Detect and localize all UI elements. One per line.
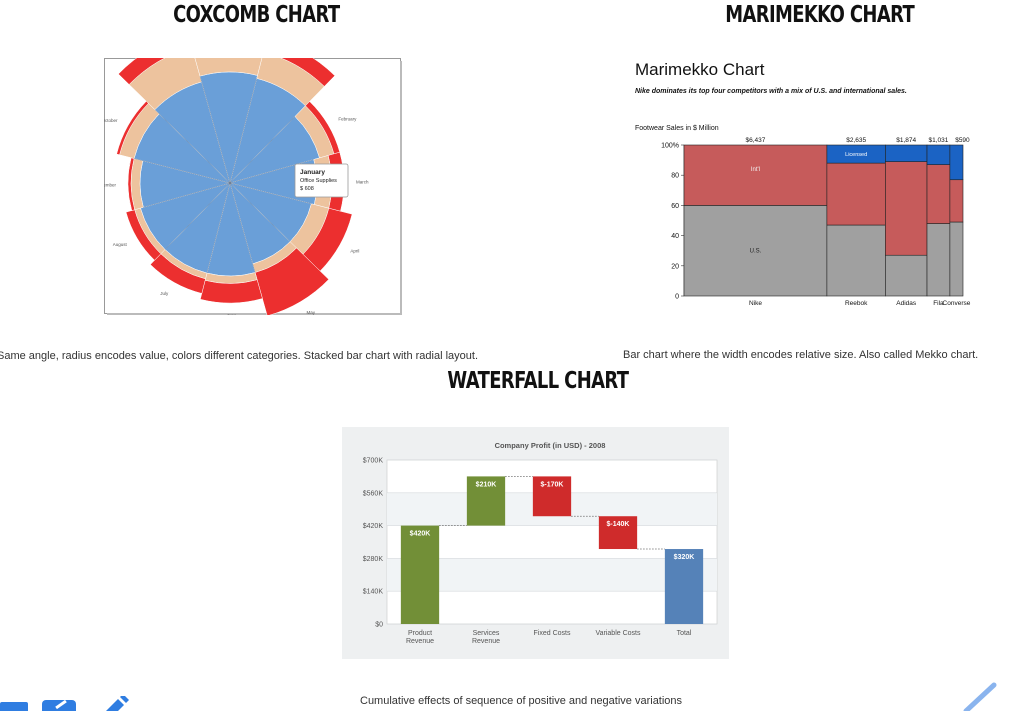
mekko-total-reebok: $2,635: [846, 137, 866, 144]
mekko-category-nike: Nike: [749, 300, 762, 307]
coxcomb-label-february: February: [338, 117, 357, 122]
mekko-segment-label-licensed: Licensed: [845, 152, 867, 158]
waterfall-value-product-revenue: $420K: [410, 531, 431, 538]
waterfall-category-label: Services: [473, 630, 500, 637]
waterfall-title: Company Profit (in USD) - 2008: [495, 441, 606, 450]
coxcomb-center: [228, 181, 232, 185]
waterfall-bar-product-revenue[interactable]: [400, 525, 440, 624]
waterfall-tick-label: $0: [375, 622, 383, 629]
coxcomb-label-april: April: [350, 249, 359, 254]
mekko-total-adidas: $1,874: [896, 137, 916, 144]
mekko-segment-adidas-intl[interactable]: [885, 161, 928, 256]
coxcomb-caption: Same angle, radius encodes value, colors…: [0, 350, 479, 362]
waterfall-chart: Company Profit (in USD) - 2008 $700K $560…: [342, 427, 729, 659]
mekko-category-reebok: Reebok: [845, 300, 868, 307]
mekko-segment-reebok-us[interactable]: [826, 224, 886, 297]
mekko-segment-fila-licensed[interactable]: [926, 144, 951, 165]
coxcomb-chart: January February March April May June July Augu…: [104, 58, 402, 315]
waterfall-tick-label: $140K: [363, 589, 384, 596]
waterfall-category-label: Product: [408, 630, 432, 637]
tooltip-title: January: [300, 169, 325, 176]
mekko-segment-reebok-intl[interactable]: [826, 162, 886, 226]
mekko-segment-adidas-licensed[interactable]: [885, 144, 928, 162]
coxcomb-label-september: September: [104, 182, 117, 187]
coxcomb-label-august: August: [113, 242, 128, 247]
coxcomb-heading: COXCOMB CHART: [173, 2, 340, 28]
mekko-segment-label-intl: Int'l: [751, 167, 760, 173]
waterfall-heading: WATERFALL CHART: [447, 368, 629, 394]
coxcomb-label-june: June: [227, 313, 237, 315]
mekko-total-fila: $1,031: [929, 137, 949, 144]
waterfall-tick-label: $560K: [363, 490, 384, 497]
coxcomb-tooltip: January Office Supplies $ 608: [294, 163, 349, 198]
mekko-segment-converse-intl[interactable]: [949, 179, 964, 223]
mekko-tick-label: 40: [671, 233, 679, 240]
waterfall-category-label: Revenue: [472, 638, 500, 645]
pencil-icon[interactable]: [100, 696, 132, 711]
waterfall-tick-label: $700K: [363, 458, 384, 465]
waterfall-category-label: Variable Costs: [595, 630, 641, 637]
edit-square-icon[interactable]: [42, 700, 76, 711]
diagonal-line-icon[interactable]: [960, 682, 1000, 711]
mekko-category-adidas: Adidas: [896, 300, 917, 307]
mekko-segment-fila-intl[interactable]: [926, 164, 951, 224]
mekko-tick-label: 100%: [661, 143, 679, 150]
waterfall-value-services-revenue: $210K: [476, 481, 497, 488]
mekko-total-converse: $590: [955, 137, 970, 144]
tooltip-series: Office Supplies: [300, 178, 337, 184]
waterfall-tick-label: $280K: [363, 556, 384, 563]
mekko-tick-label: 80: [671, 173, 679, 180]
mekko-segment-converse-licensed[interactable]: [949, 144, 964, 181]
mekko-total-nike: $6,437: [746, 137, 766, 144]
coxcomb-label-march: March: [356, 180, 369, 185]
coxcomb-label-july: July: [160, 291, 169, 296]
coxcomb-label-october: October: [104, 118, 118, 123]
waterfall-value-variable-costs: $-140K: [607, 521, 630, 528]
mekko-title: Marimekko Chart: [635, 60, 765, 79]
mekko-category-converse: Converse: [943, 300, 971, 307]
waterfall-value-fixed-costs: $-170K: [541, 481, 564, 488]
waterfall-caption: Cumulative effects of sequence of positi…: [360, 695, 683, 707]
mekko-segment-adidas-us[interactable]: [885, 254, 928, 297]
mekko-segment-nike-intl[interactable]: [683, 144, 828, 206]
waterfall-tick-label: $420K: [363, 523, 384, 530]
mekko-tick-label: 60: [671, 203, 679, 210]
tooltip-value: $ 608: [300, 186, 314, 192]
waterfall-category-label: Total: [677, 630, 692, 637]
waterfall-category-label: Fixed Costs: [534, 630, 571, 637]
mekko-subtitle: Nike dominates its top four competitors …: [635, 88, 907, 95]
waterfall-category-label: Revenue: [406, 638, 434, 645]
mekko-segment-converse-us[interactable]: [949, 221, 964, 297]
mekko-segment-fila-us[interactable]: [926, 223, 951, 297]
dash-icon[interactable]: [0, 702, 28, 711]
marimekko-heading: MARIMEKKO CHART: [725, 2, 915, 28]
mekko-tick-label: 20: [671, 263, 679, 270]
marimekko-caption: Bar chart where the width encodes relati…: [623, 349, 979, 361]
coxcomb-label-may: May: [307, 310, 316, 315]
waterfall-value-total: $320K: [674, 554, 695, 561]
mekko-segment-label-us: U.S.: [750, 249, 762, 255]
mekko-axis-title: Footwear Sales in $ Million: [635, 125, 719, 132]
marimekko-chart: Marimekko Chart Nike dominates its top f…: [635, 60, 971, 307]
mekko-tick-label: 0: [675, 294, 679, 301]
